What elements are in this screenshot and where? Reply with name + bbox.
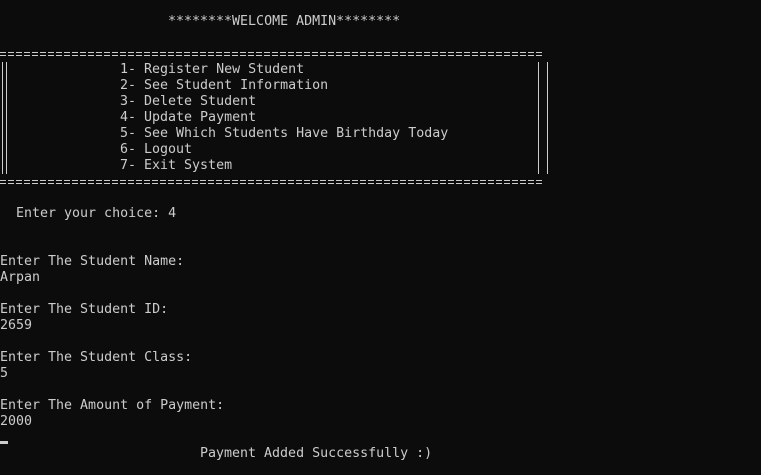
name-prompt: Enter The Student Name:: [0, 254, 185, 269]
amount-prompt: Enter The Amount of Payment:: [0, 398, 225, 413]
choice-prompt: Enter your choice: 4: [16, 206, 177, 221]
menu-right-border-inner: [538, 62, 539, 174]
id-prompt: Enter The Student ID:: [0, 302, 169, 317]
class-prompt: Enter The Student Class:: [0, 350, 193, 365]
menu-left-border-inner: [6, 62, 7, 174]
console-window: ********WELCOME ADMIN******** 1- Registe…: [0, 0, 761, 475]
welcome-banner: ********WELCOME ADMIN********: [168, 14, 401, 29]
id-value: 2659: [0, 318, 33, 333]
menu-item-logout: 6- Logout: [120, 142, 193, 157]
menu-item-birthday: 5- See Which Students Have Birthday Toda…: [120, 126, 449, 141]
text-cursor: [0, 441, 8, 444]
menu-item-exit: 7- Exit System: [120, 158, 233, 173]
success-message: Payment Added Successfully :): [200, 446, 433, 461]
menu-top-border: [0, 51, 544, 57]
menu-item-delete: 3- Delete Student: [120, 94, 257, 109]
menu-item-update-payment: 4- Update Payment: [120, 110, 257, 125]
menu-right-border-outer: [547, 62, 548, 174]
class-value: 5: [0, 366, 9, 381]
menu-item-register: 1- Register New Student: [120, 62, 305, 77]
menu-left-border-outer: [2, 62, 3, 174]
menu-bottom-border: [0, 179, 544, 185]
menu-item-see-info: 2- See Student Information: [120, 78, 329, 93]
name-value: Arpan: [0, 270, 41, 285]
amount-value: 2000: [0, 414, 33, 429]
